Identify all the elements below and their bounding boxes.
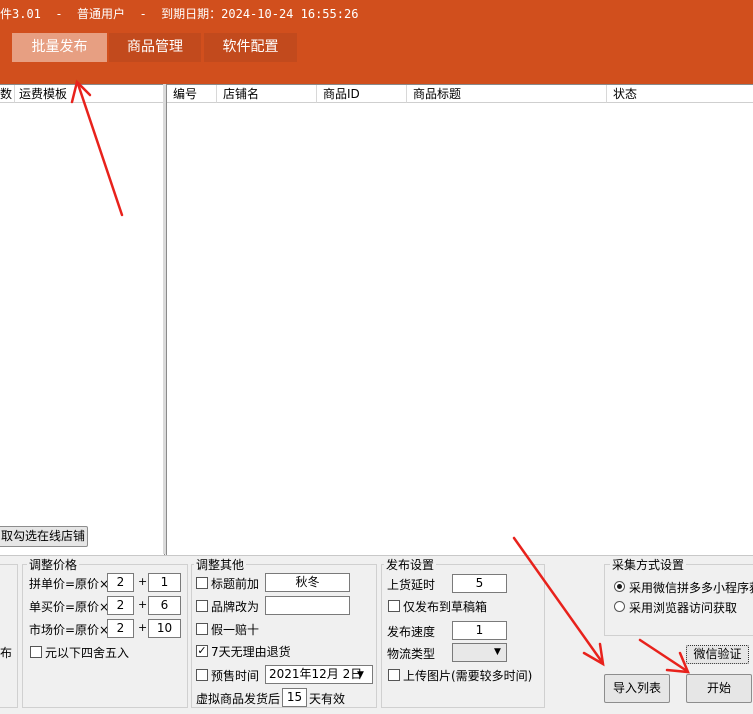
arrow-to-start bbox=[638, 638, 690, 674]
arrow-to-tab bbox=[70, 79, 124, 217]
arrow-to-import bbox=[512, 536, 605, 667]
annotation-arrows bbox=[70, 79, 690, 674]
